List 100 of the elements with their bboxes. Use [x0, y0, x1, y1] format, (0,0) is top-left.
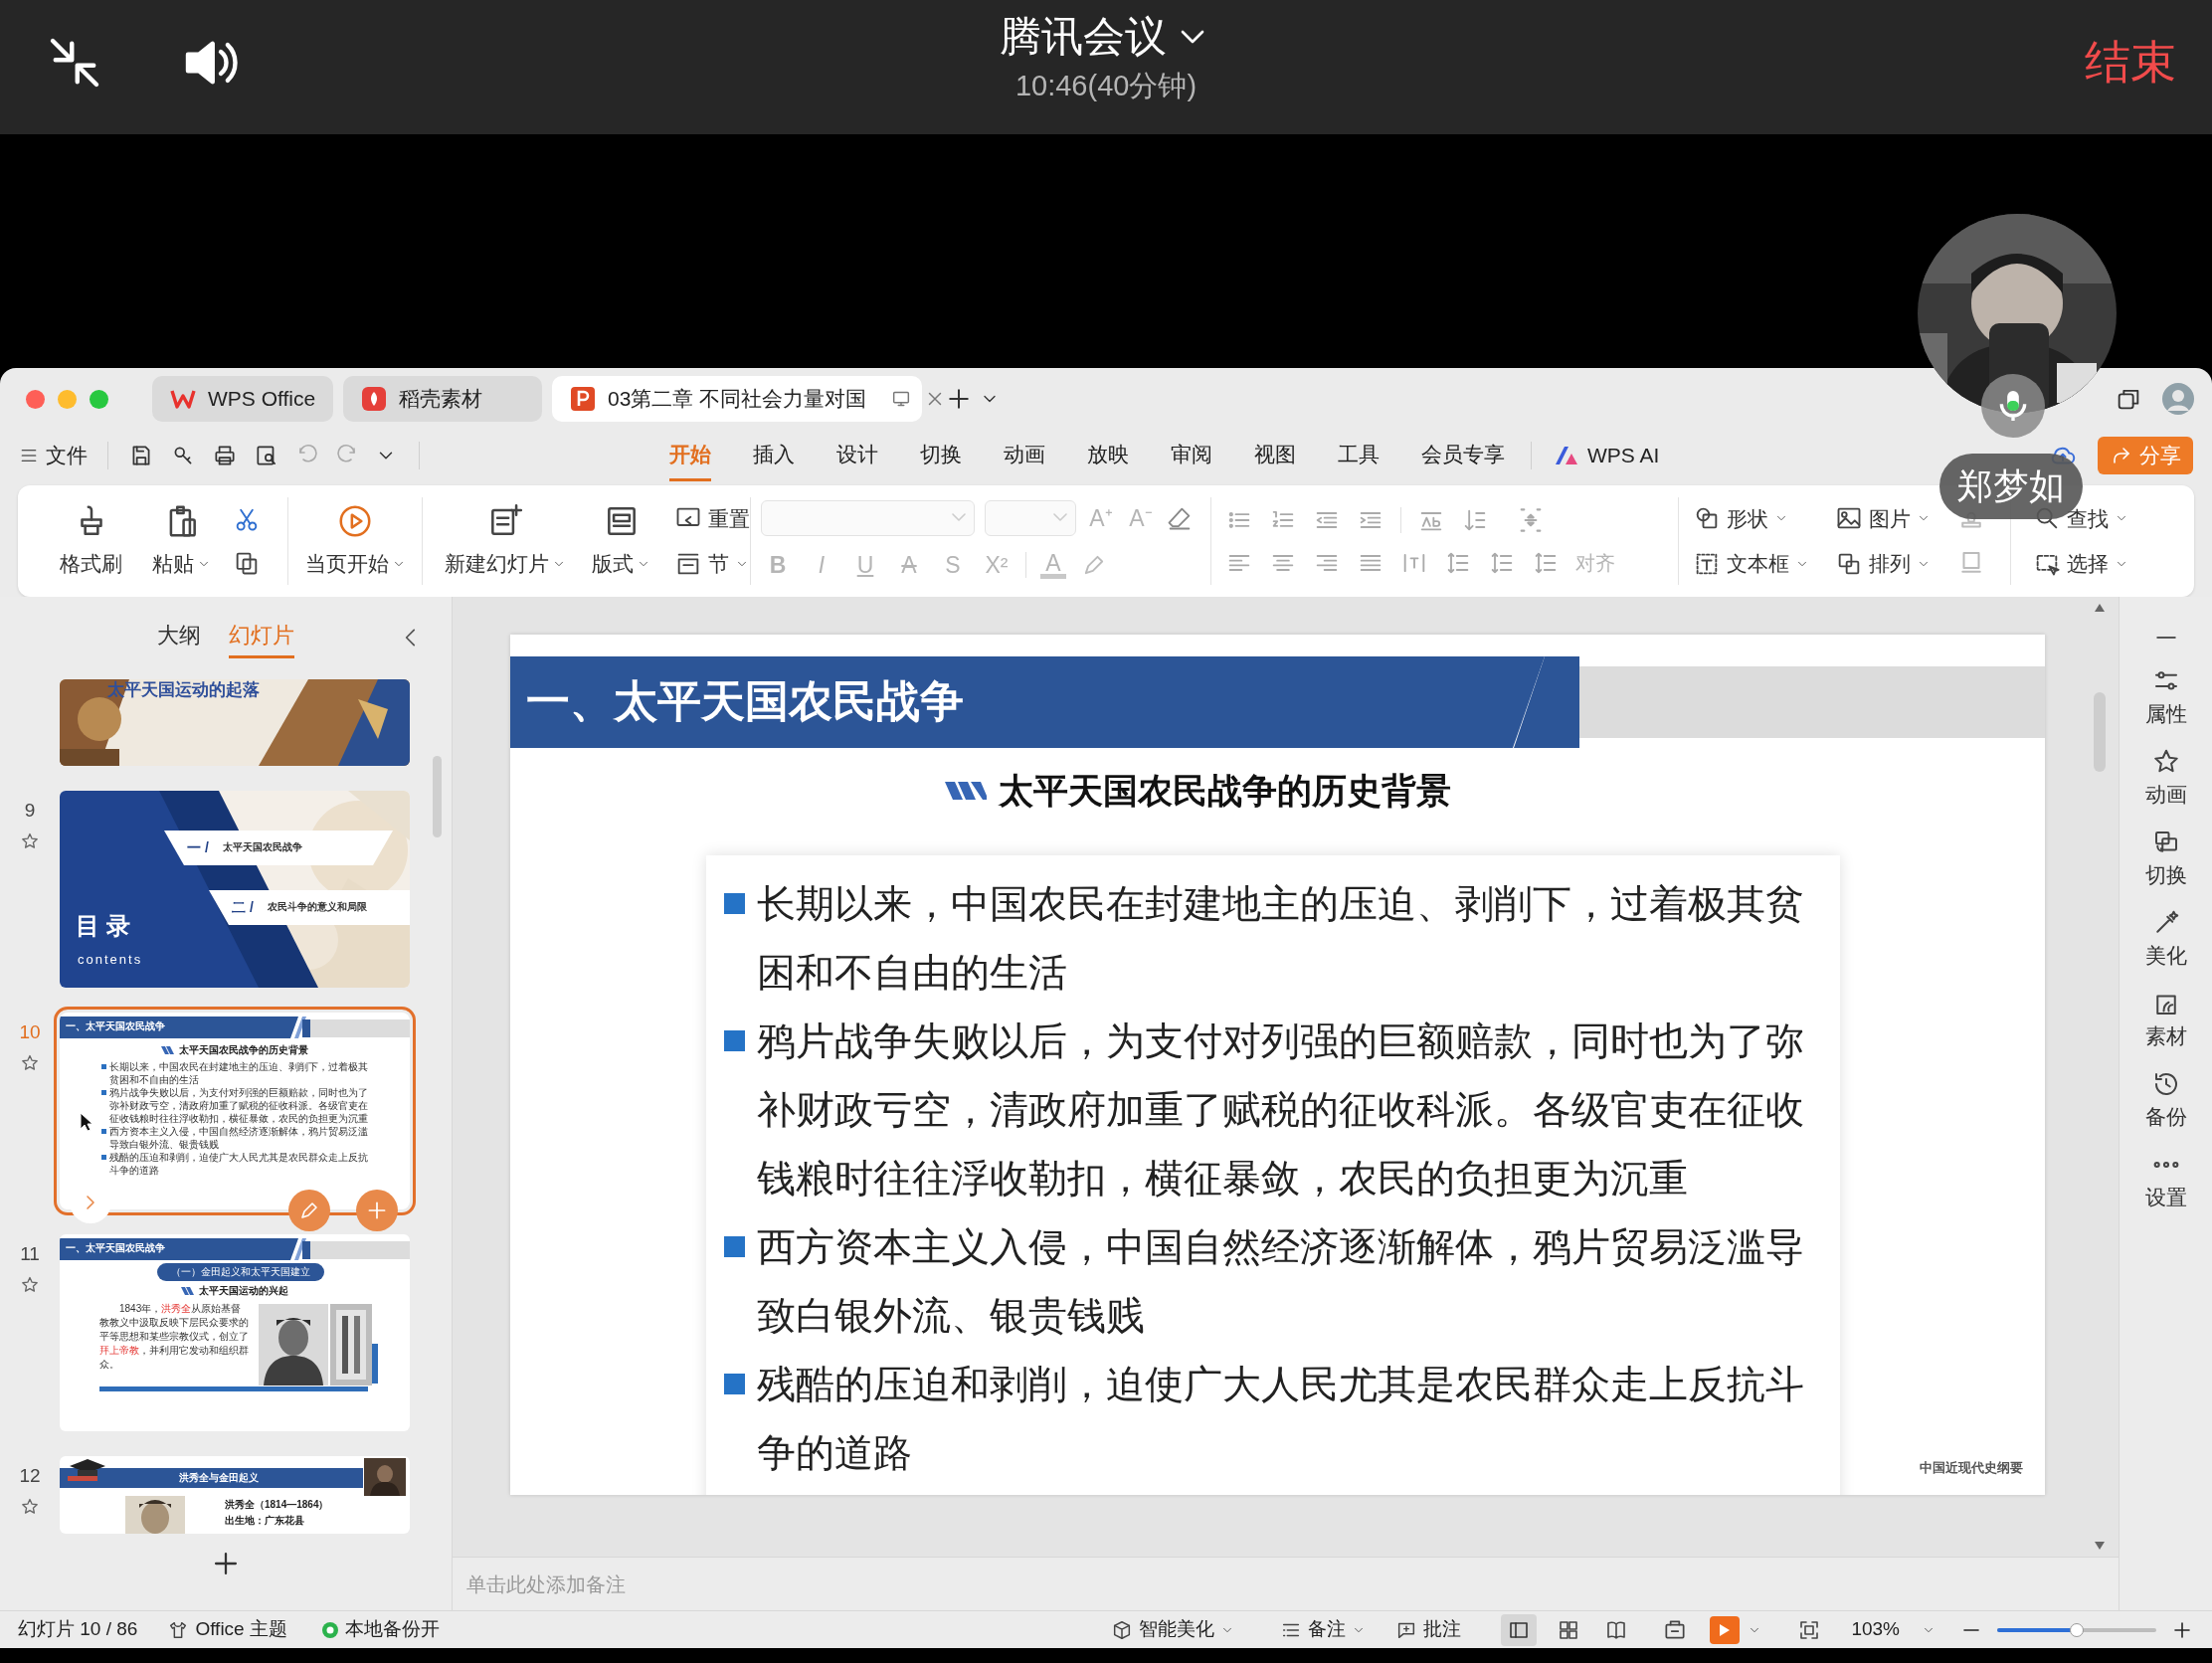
menu-tab[interactable]: 插入 — [753, 430, 795, 481]
bullet-mark — [724, 1374, 745, 1394]
ribbon-button[interactable]: 格式刷 — [52, 502, 130, 580]
tab[interactable]: 稻壳素材 — [343, 376, 542, 422]
star-icon[interactable] — [20, 1496, 40, 1517]
scrollbar-thumb[interactable] — [433, 756, 442, 837]
add-slide-button[interactable] — [356, 1190, 398, 1231]
star-icon[interactable] — [20, 1274, 40, 1295]
menu-tab[interactable]: 会员专享 — [1421, 430, 1505, 481]
slide-number: 11 — [20, 1242, 40, 1266]
slide-number: 10 — [19, 1020, 41, 1044]
normal-view-button[interactable] — [1501, 1613, 1538, 1646]
contents-item: 农民斗争的意义和局限 — [268, 900, 367, 914]
contents-item: 太平天国农民战争 — [223, 840, 302, 854]
slide-counter: 幻灯片 10 / 86 — [18, 1617, 138, 1642]
slide-paragraph: 1843年，洪秀全从原始基督教教义中汲取反映下层民众要求的平等思想和某些宗教仪式，创立了 拜上帝教，并利用它发动和组织群众。 — [99, 1302, 249, 1372]
ribbon-button[interactable]: 选择 — [2033, 548, 2128, 580]
ribbon-button[interactable]: 图片 — [1835, 502, 1931, 534]
bullet-text: 鸦片战争失败以后，为支付对列强的巨额赔款，同时也为了弥补财政亏空，清政府加重了赋税的征收科派。各级官吏在征收钱粮时往往浮收勒扣，横征暴敛，农民的负担更为沉重 — [109, 1086, 369, 1125]
beautify-button[interactable]: 智能美化 — [1111, 1615, 1235, 1644]
zoom-slider[interactable] — [1997, 1621, 2156, 1638]
ribbon-button[interactable]: 排列 — [1835, 548, 1931, 580]
ribbon-button[interactable]: 重置 — [674, 502, 750, 534]
slide-thumbnail[interactable]: 洪秀全与金田起义 洪秀全（1814—1864） 出生地：广东花县 — [60, 1456, 410, 1534]
end-button[interactable]: 结束 — [2085, 32, 2176, 92]
slide-number: 12 — [19, 1464, 41, 1488]
cursor-icon — [80, 1112, 93, 1132]
bullet-text: 长期以来，中国农民在封建地主的压迫、剥削下，过着极其贫困和不自由的生活 — [109, 1060, 369, 1086]
sidebar-button[interactable]: 动画 — [2144, 747, 2187, 828]
bullet-text: 西方资本主义入侵，中国自然经济逐渐解体，鸦片贸易泛滥导致白银外流、银贵钱贱 — [757, 1224, 1805, 1339]
font-name-field[interactable] — [761, 499, 975, 536]
ribbon-button[interactable]: 粘贴 — [144, 502, 219, 580]
bullet-mark — [101, 1090, 106, 1095]
bullet-text: 西方资本主义入侵，中国自然经济逐渐解体，鸦片贸易泛滥导致白银外流、银贵钱贱 — [109, 1125, 369, 1151]
menu-tab[interactable]: 放映 — [1087, 430, 1129, 481]
info-line: 出生地：广东花县 — [225, 1514, 304, 1528]
meeting-time: 10:46(40分钟) — [1014, 69, 1198, 103]
menu-tab[interactable]: 审阅 — [1171, 430, 1212, 481]
slide-title: 一、太平天国农民战争 — [526, 675, 964, 727]
bullet-text: 残酷的压迫和剥削，迫使广大人民尤其是农民群众走上反抗斗争的道路 — [757, 1362, 1805, 1476]
font-size-field[interactable] — [985, 499, 1076, 536]
menu-icon — [20, 447, 38, 464]
play-icon — [1719, 1622, 1732, 1637]
logo-icon — [170, 388, 196, 410]
sidebar-button[interactable]: 素材 — [2144, 989, 2187, 1069]
zoom-value[interactable]: 103% — [1851, 1615, 1900, 1644]
slide-thumbnail[interactable]: 太平天国运动的起落 — [60, 679, 410, 766]
index-label: 二 / — [232, 898, 254, 917]
star-icon[interactable] — [20, 1052, 40, 1073]
star-icon[interactable] — [20, 831, 40, 851]
edit-button[interactable] — [288, 1190, 330, 1231]
comments-button[interactable]: 批注 — [1395, 1615, 1462, 1644]
meeting-title[interactable]: 腾讯会议 — [1000, 8, 1167, 66]
close-window-button[interactable] — [26, 389, 45, 409]
notes-button[interactable]: 备注 — [1280, 1615, 1367, 1644]
info-line: 洪秀全（1814—1864） — [225, 1498, 329, 1512]
bullet-text: 长期以来，中国农民在封建地主的压迫、剥削下，过着极其贫困和不自由的生活 — [757, 881, 1805, 996]
presentation-icon — [570, 386, 596, 412]
sidebar-button[interactable]: 设置 — [2144, 1150, 2187, 1230]
menu-tab[interactable]: 动画 — [1004, 430, 1045, 481]
ribbon-button[interactable]: 版式 — [584, 502, 658, 580]
slide-subtitle: 太平天国运动的兴起 — [199, 1284, 288, 1298]
tab[interactable]: WPS Office — [152, 376, 333, 422]
bullet-text: 鸦片战争失败以后，为支付对列强的巨额赔款，同时也为了弥补财政亏空，清政府加重了赋税的征收科派。各级官吏在征收钱粮时往往浮收勒扣，横征暴敛，农民的负担更为沉重 — [757, 1018, 1805, 1201]
sidebar-button[interactable]: 美化 — [2144, 908, 2187, 989]
leaf-logo-icon — [361, 386, 387, 412]
theme-button[interactable]: Office 主题 — [167, 1615, 287, 1644]
slide-thumbnail[interactable]: 一 / 太平天国农民战争 二 / 农民斗争的意义和局限 目 录 contents — [60, 791, 410, 988]
slide-subtitle: 太平天国农民战争的历史背景 — [999, 770, 1451, 812]
ai-button[interactable]: WPS AI — [1554, 440, 1660, 471]
menu-tab[interactable]: 视图 — [1254, 430, 1296, 481]
bullet-mark — [724, 1030, 745, 1051]
sidebar-button[interactable]: 备份 — [2144, 1069, 2187, 1150]
menu-tab[interactable]: 工具 — [1338, 430, 1380, 481]
slideshow-button[interactable] — [1710, 1615, 1741, 1644]
slider-thumb[interactable] — [2070, 1622, 2084, 1637]
avatar-icon — [2162, 383, 2194, 415]
stripes-icon — [945, 780, 987, 802]
file-menu[interactable]: 文件 — [20, 440, 88, 471]
index-label: 一 / — [187, 838, 209, 857]
backup-button[interactable]: 本地备份开 — [320, 1615, 440, 1644]
slide-heading: 一、太平天国农民战争 — [66, 1241, 165, 1255]
slide-thumbnail[interactable]: 一、太平天国农民战争 （一）金田起义和太平天国建立 太平天国运动的兴起 1843年，洪秀全从原始基督教教义中汲取反映下层民众要求的平等思想和某些宗教仪式，创立了 拜上帝教，并利用它发动和组织群众。 — [60, 1234, 410, 1431]
menu-tab[interactable]: 切换 — [920, 430, 962, 481]
bullet-mark — [101, 1129, 106, 1134]
sidebar-button[interactable]: 切换 — [2144, 828, 2187, 908]
print-icon[interactable] — [212, 443, 238, 468]
ribbon-button[interactable]: 节 — [674, 548, 750, 580]
ribbon-button[interactable]: 新建幻灯片 — [437, 502, 574, 580]
ribbon-button[interactable]: 形状 — [1693, 502, 1809, 534]
sidebar-button[interactable]: 属性 — [2144, 666, 2187, 747]
menu-tab[interactable]: 设计 — [836, 430, 878, 481]
slide-title: 太平天国运动的起落 — [107, 679, 260, 701]
bullet-text: 残酷的压迫和剥削，迫使广大人民尤其是农民群众走上反抗斗争的道路 — [109, 1151, 369, 1177]
ribbon-button[interactable]: 当页开始 — [296, 502, 414, 580]
ribbon-button[interactable]: 文本框 — [1693, 548, 1809, 580]
bullet-mark — [101, 1064, 106, 1069]
panel-tab[interactable]: 大纲 — [157, 619, 201, 658]
zoom-window-button[interactable] — [90, 389, 108, 409]
contents-heading: 目 录 — [76, 911, 130, 941]
